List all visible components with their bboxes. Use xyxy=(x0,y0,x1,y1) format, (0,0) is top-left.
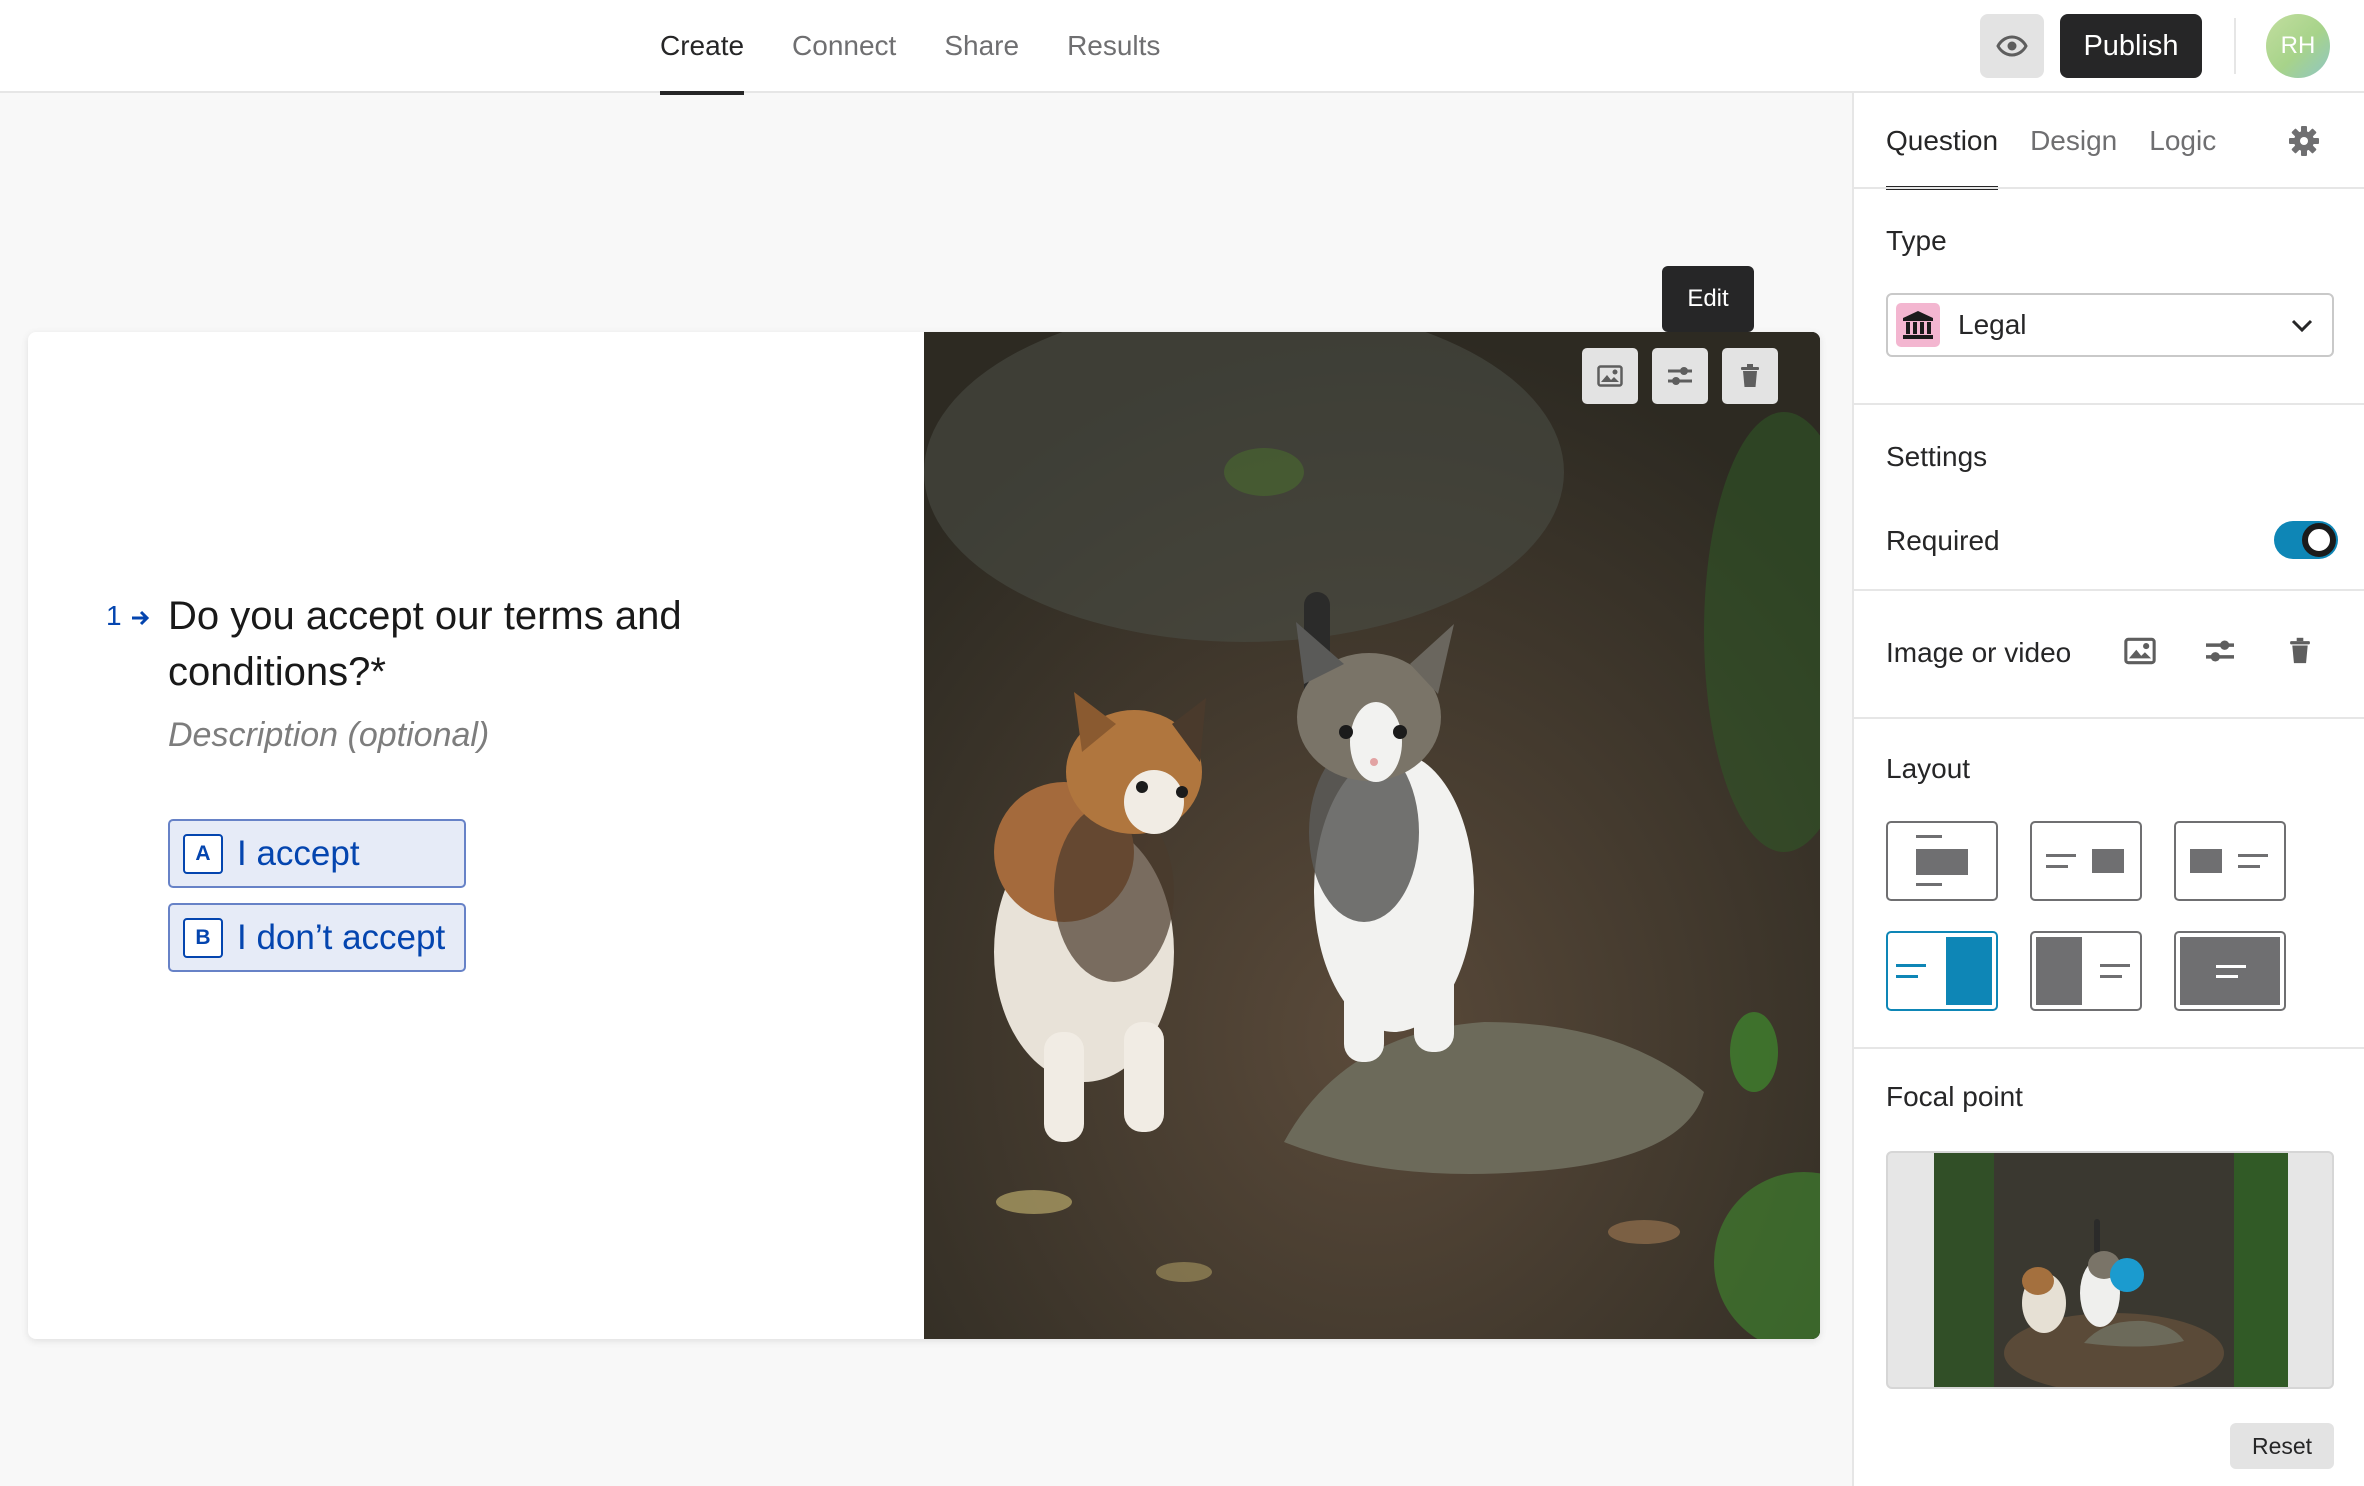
eye-icon xyxy=(1996,35,2028,57)
image-toolbar xyxy=(1582,348,1778,404)
layout-split-left-full-icon xyxy=(2036,937,2130,1005)
chevron-down-icon xyxy=(2291,319,2313,333)
required-label: Required xyxy=(1886,525,2000,556)
tab-question[interactable]: Question xyxy=(1886,93,1999,190)
layout-split-left-icon xyxy=(2190,849,2268,873)
top-divider xyxy=(2234,18,2236,74)
question-type-value: Legal xyxy=(1958,309,2027,340)
tab-create[interactable]: Create xyxy=(660,0,745,95)
tab-connect[interactable]: Connect xyxy=(792,0,896,93)
tab-share[interactable]: Share xyxy=(944,0,1019,93)
focal-point-picker[interactable] xyxy=(1886,1151,2334,1389)
tab-logic[interactable]: Logic xyxy=(2149,93,2216,189)
toggle-knob xyxy=(2302,523,2336,557)
choice-label: I accept xyxy=(237,833,360,873)
choice-label: I don’t accept xyxy=(237,917,446,957)
required-toggle[interactable] xyxy=(2274,521,2338,559)
layout-option-background[interactable] xyxy=(2174,931,2286,1011)
panel-image-button[interactable] xyxy=(2122,633,2158,669)
main-nav: Create Connect Share Results xyxy=(660,0,1160,95)
question-description[interactable]: Description (optional) xyxy=(168,716,489,755)
layout-option-stack[interactable] xyxy=(1886,821,1998,901)
gear-icon[interactable] xyxy=(2288,125,2320,157)
tab-results[interactable]: Results xyxy=(1067,0,1160,93)
publish-button[interactable]: Publish xyxy=(2060,14,2202,78)
panel-delete-button[interactable] xyxy=(2282,633,2318,669)
panel-divider xyxy=(1854,589,2364,591)
preview-button[interactable] xyxy=(1980,14,2044,78)
question-image[interactable] xyxy=(924,332,1820,1339)
edit-tooltip: Edit xyxy=(1662,266,1754,332)
choice-a[interactable]: A I accept xyxy=(168,819,466,888)
type-heading: Type xyxy=(1886,225,1947,256)
image-icon xyxy=(2124,637,2156,665)
layout-option-split-left-small[interactable] xyxy=(2174,821,2286,901)
panel-adjust-button[interactable] xyxy=(2202,633,2238,669)
layout-stack-icon xyxy=(1916,835,1968,886)
panel-tabs: Question Design Logic xyxy=(1886,93,2216,190)
question-type-select[interactable]: Legal xyxy=(1886,293,2334,357)
bank-icon xyxy=(1903,311,1933,339)
layout-split-right-icon xyxy=(2046,849,2124,873)
layout-split-right-full-icon xyxy=(1896,937,1992,1005)
layout-option-split-right-small[interactable] xyxy=(2030,821,2142,901)
edit-image-button[interactable] xyxy=(1652,348,1708,404)
question-title[interactable]: Do you accept our terms and conditions?* xyxy=(168,588,788,700)
trash-icon xyxy=(1741,364,1759,387)
settings-heading: Settings xyxy=(1886,441,1988,472)
avatar[interactable]: RH xyxy=(2266,14,2330,78)
choice-key: A xyxy=(183,833,223,874)
question-card: 1 Do you accept our terms and conditions… xyxy=(28,332,1820,1339)
question-number-value: 1 xyxy=(106,600,122,631)
panel-divider xyxy=(1854,403,2364,405)
tab-design[interactable]: Design xyxy=(2030,93,2117,189)
trash-icon xyxy=(2290,637,2310,664)
type-icon-badge xyxy=(1896,303,1940,347)
delete-image-button[interactable] xyxy=(1722,348,1778,404)
panel-divider xyxy=(1854,1047,2364,1049)
replace-image-button[interactable] xyxy=(1582,348,1638,404)
top-bar: Create Connect Share Results Publish RH xyxy=(0,0,2364,95)
question-number: 1 xyxy=(106,600,151,632)
kittens-photo xyxy=(924,332,1820,1339)
focal-point-heading: Focal point xyxy=(1886,1081,2023,1112)
focal-point-marker[interactable] xyxy=(2110,1258,2144,1292)
layout-option-split-right-full[interactable] xyxy=(1886,931,1998,1011)
reset-focal-point-button[interactable]: Reset xyxy=(2230,1423,2334,1469)
layout-heading: Layout xyxy=(1886,753,1971,784)
image-or-video-label: Image or video xyxy=(1886,637,2072,668)
choice-key: B xyxy=(183,917,223,958)
panel-divider xyxy=(1854,187,2364,189)
image-icon xyxy=(1597,365,1623,387)
layout-option-split-left-full[interactable] xyxy=(2030,931,2142,1011)
adjust-sliders-icon xyxy=(1668,367,1692,385)
question-settings-panel: Question Design Logic Type Legal Setting… xyxy=(1852,93,2364,1486)
adjust-sliders-icon xyxy=(2206,640,2234,662)
arrow-right-icon xyxy=(132,610,150,625)
layout-background-icon xyxy=(2180,937,2280,1005)
choice-b[interactable]: B I don’t accept xyxy=(168,903,466,972)
panel-divider xyxy=(1854,717,2364,719)
